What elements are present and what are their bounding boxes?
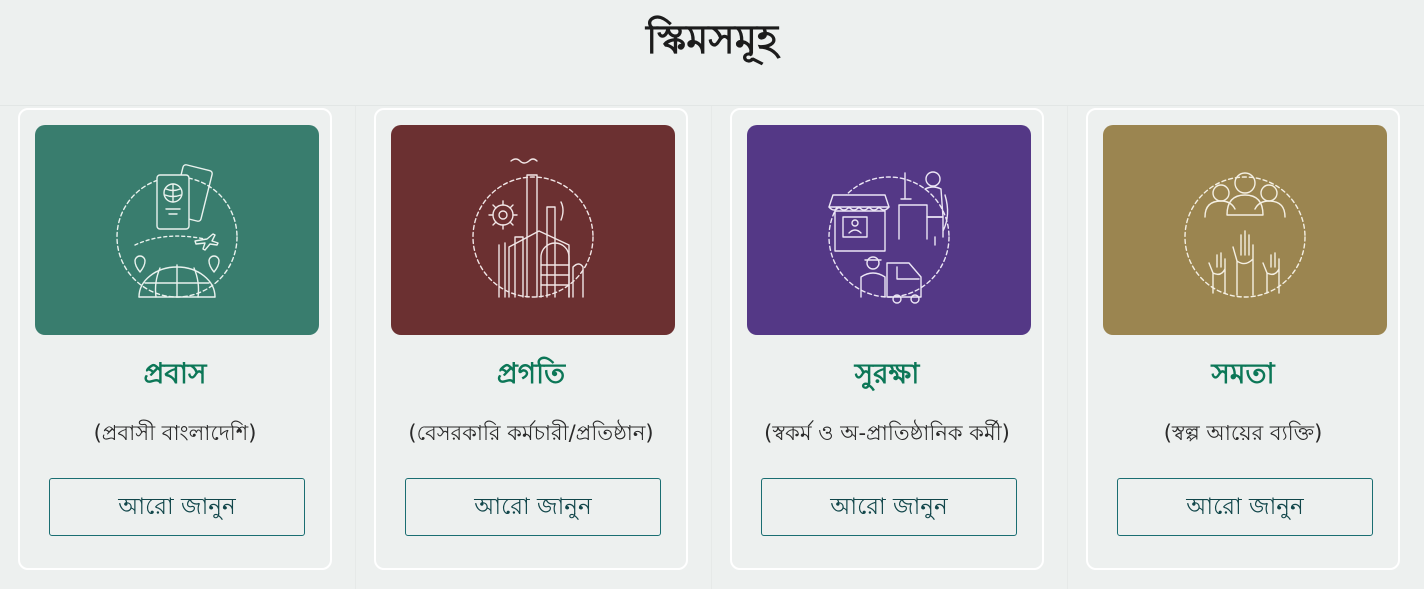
- scheme-subtitle: (বেসরকারি কর্মচারী/প্রতিষ্ঠান): [408, 421, 654, 445]
- column-divider: [1067, 106, 1068, 589]
- scheme-card-progoti: প্রগতি (বেসরকারি কর্মচারী/প্রতিষ্ঠান) আর…: [374, 108, 688, 570]
- scheme-title: সুরক্ষা: [854, 357, 920, 390]
- people-raised-hands-icon: [1184, 172, 1306, 298]
- scheme-title: প্রগতি: [496, 357, 566, 390]
- shop-worker-delivery-icon: [828, 171, 950, 304]
- section-title: স্কিমসমূহ: [645, 16, 779, 63]
- scheme-image-probash[interactable]: [35, 125, 319, 335]
- scheme-title: সমতা: [1211, 357, 1275, 390]
- column-divider: [711, 106, 712, 589]
- passport-globe-travel-icon: [116, 164, 238, 298]
- header-divider: [0, 105, 1424, 106]
- learn-more-button[interactable]: আরো জানুন: [49, 478, 305, 536]
- scheme-title: প্রবাস: [143, 357, 207, 390]
- scheme-image-progoti[interactable]: [391, 125, 675, 335]
- scheme-subtitle: (স্বকর্ম ও অ-প্রাতিষ্ঠানিক কর্মী): [764, 421, 1010, 445]
- scheme-card-probash: প্রবাস (প্রবাসী বাংলাদেশি) আরো জানুন: [18, 108, 332, 570]
- scheme-card-surokkha: সুরক্ষা (স্বকর্ম ও অ-প্রাতিষ্ঠানিক কর্মী…: [730, 108, 1044, 570]
- learn-more-button[interactable]: আরো জানুন: [1117, 478, 1373, 536]
- scheme-card-somota: সমতা (স্বল্প আয়ের ব্যক্তি) আরো জানুন: [1086, 108, 1400, 570]
- scheme-image-surokkha[interactable]: [747, 125, 1031, 335]
- scheme-subtitle: (স্বল্প আয়ের ব্যক্তি): [1163, 421, 1323, 445]
- learn-more-button[interactable]: আরো জানুন: [405, 478, 661, 536]
- scheme-subtitle: (প্রবাসী বাংলাদেশি): [93, 421, 257, 445]
- factory-gear-icon: [472, 158, 594, 298]
- column-divider: [355, 106, 356, 589]
- learn-more-button[interactable]: আরো জানুন: [761, 478, 1017, 536]
- scheme-image-somota[interactable]: [1103, 125, 1387, 335]
